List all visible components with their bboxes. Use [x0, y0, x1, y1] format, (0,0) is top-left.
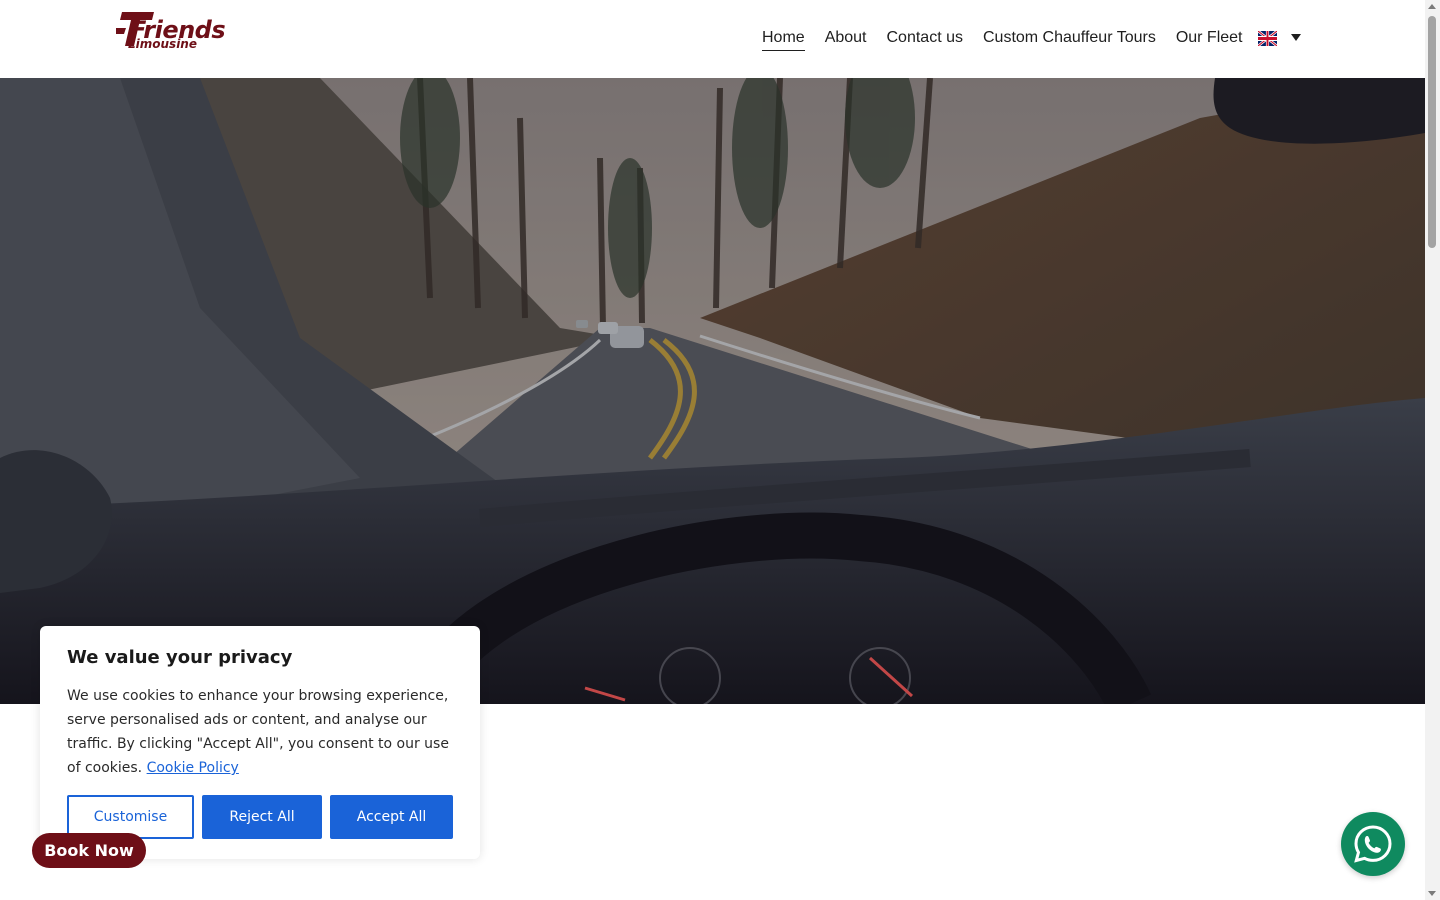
- site-logo[interactable]: Friends Limousine: [116, 10, 226, 54]
- logo-word-sub: Limousine: [128, 37, 197, 51]
- cookie-text: We use cookies to enhance your browsing …: [67, 688, 449, 776]
- nav-custom-chauffeur-tours[interactable]: Custom Chauffeur Tours: [983, 28, 1156, 50]
- nav-our-fleet[interactable]: Our Fleet: [1176, 28, 1243, 50]
- main-nav: Home About Contact us Custom Chauffeur T…: [762, 28, 1263, 51]
- accept-all-button[interactable]: Accept All: [330, 795, 453, 839]
- cookie-title: We value your privacy: [67, 647, 293, 668]
- uk-flag-icon[interactable]: [1258, 31, 1277, 46]
- book-now-button[interactable]: Book Now: [32, 833, 146, 868]
- site-header: Friends Limousine Home About Contact us …: [0, 0, 1425, 78]
- caret-down-icon[interactable]: [1291, 34, 1301, 41]
- whatsapp-icon: [1354, 825, 1392, 863]
- reject-all-button[interactable]: Reject All: [202, 795, 322, 839]
- scrollbar-thumb[interactable]: [1428, 16, 1436, 248]
- nav-about[interactable]: About: [825, 28, 867, 50]
- cookie-consent-panel: We value your privacy We use cookies to …: [40, 626, 480, 859]
- nav-contact[interactable]: Contact us: [887, 28, 963, 50]
- car-interior-scene-image: [0, 78, 1425, 704]
- scroll-down-icon[interactable]: [1428, 891, 1436, 896]
- cookie-description: We use cookies to enhance your browsing …: [67, 684, 459, 780]
- cookie-policy-link[interactable]: Cookie Policy: [147, 760, 239, 776]
- nav-home[interactable]: Home: [762, 28, 805, 51]
- page-scrollbar[interactable]: [1425, 0, 1440, 900]
- whatsapp-button[interactable]: [1341, 812, 1405, 876]
- hero-image: [0, 78, 1425, 704]
- scroll-up-icon[interactable]: [1428, 4, 1436, 9]
